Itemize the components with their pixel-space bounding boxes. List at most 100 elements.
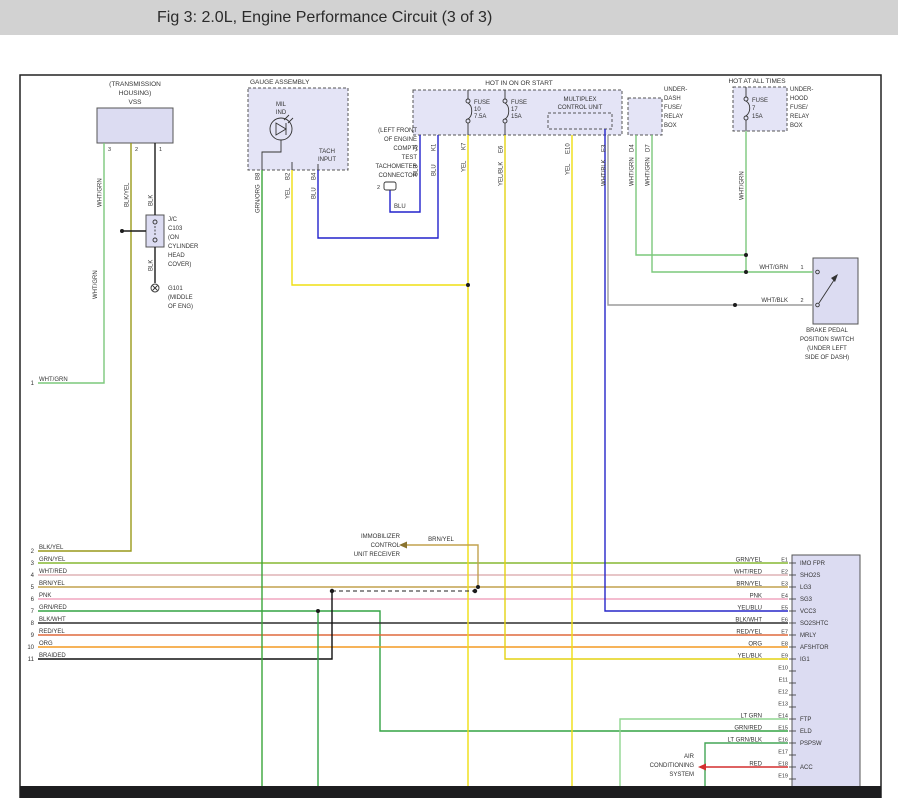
wire-label-wht-grn: WHT/GRN <box>646 157 652 186</box>
fusebox-pin-code: E3 <box>602 144 608 152</box>
left-row-label: GRN/RED <box>39 605 67 611</box>
g101-label: (MIDDLE <box>168 295 193 301</box>
immobilizer-label: IMMOBILIZER <box>361 534 401 540</box>
ecm-pin-code: E1 <box>781 558 788 564</box>
wire-label-wht-grn: WHT/GRN <box>740 171 746 200</box>
ecm-signal-name: PSPSW <box>800 741 822 747</box>
test-tach-label: OF ENGINE <box>384 137 417 143</box>
hot-at-all-times-box <box>733 87 787 131</box>
ecm-pin-code: E7 <box>781 630 788 636</box>
vss-pin-number: 1 <box>159 147 162 153</box>
wire-wht-grn-d7-brake <box>652 135 813 272</box>
multiplex-label: CONTROL UNIT <box>558 105 603 111</box>
ecm-wire-color-label: LT GRN/BLK <box>728 738 762 744</box>
under-hood-label: BOX <box>790 123 803 129</box>
fusebox-pin-code: D4 <box>630 144 636 152</box>
rotated-wire-labels: WHT/GRN BLK/YEL BLK BLK WHT/GRN B8 GRN/O… <box>93 142 746 299</box>
ecm-wire-color-label: PNK <box>750 594 762 600</box>
mil-ind-label: IND <box>276 110 287 116</box>
ecm-wire-color-label: GRN/YEL <box>736 558 763 564</box>
immobilizer-label: UNIT RECEIVER <box>354 552 401 558</box>
ecm-wire-color-label: ORG <box>748 642 762 648</box>
wire-lt-grn-ftp <box>620 719 788 786</box>
fusebox-pin-code: K1 <box>432 143 438 151</box>
brake-pedal-switch-box <box>813 258 858 324</box>
ecm-pin-code: E14 <box>778 714 788 720</box>
ecm-pin-code: E18 <box>778 762 788 768</box>
shield-dot <box>330 589 334 593</box>
junction-dot <box>744 253 748 257</box>
left-row-number: 2 <box>31 549 35 555</box>
wire-label-wht-grn: WHT/GRN <box>98 178 104 207</box>
ecm-signal-name: IMO FPR <box>800 561 826 567</box>
jc-label: C103 <box>168 226 183 232</box>
left-row-label: GRN/YEL <box>39 557 66 563</box>
jc-label: (ON <box>168 235 179 241</box>
ecm-pin-code: E11 <box>779 678 788 684</box>
brake-switch-label: (UNDER LEFT <box>807 346 847 352</box>
ecm-signal-name: MRLY <box>800 633 816 639</box>
left-row-label: PNK <box>39 593 51 599</box>
under-dash-label: UNDER- <box>664 87 687 93</box>
tach-input-label: TACH <box>319 149 335 155</box>
ecm-signal-name: LG3 <box>800 585 812 591</box>
left-row-number: 9 <box>31 633 35 639</box>
ecm-signal-name: AFSHTOR <box>800 645 829 651</box>
ac-system-label: CONDITIONING <box>650 763 695 769</box>
junction-dot <box>744 270 748 274</box>
wire-label-yel: YEL <box>462 160 468 172</box>
ecm-pin-code: E4 <box>781 594 788 600</box>
wiring-diagram: (TRANSMISSION HOUSING) VSS 3 2 1 GAUGE A… <box>0 35 898 798</box>
ecm-signal-name: SG3 <box>800 597 813 603</box>
brake-pin-number: 2 <box>800 298 803 304</box>
shield-dot <box>473 589 477 593</box>
ecm-pin-code: E9 <box>781 654 788 660</box>
brake-switch-label: POSITION SWITCH <box>800 337 854 343</box>
test-tach-label: TEST <box>402 155 418 161</box>
ecm-wire-color-label: BRN/YEL <box>736 582 762 588</box>
left-row-number: 8 <box>31 621 35 627</box>
ecm-pin-code: E10 <box>778 666 788 672</box>
ecm-signal-name: SO2SHTC <box>800 621 829 627</box>
wire-label-wht-blk: WHT/BLK <box>761 298 788 304</box>
left-row-number: 6 <box>31 597 35 603</box>
left-row-label: BRN/YEL <box>39 581 65 587</box>
jc-label: CYLINDER <box>168 244 199 250</box>
left-row-number: 7 <box>31 609 35 615</box>
jc-label: COVER) <box>168 262 191 268</box>
under-dash-label: RELAY <box>664 114 683 120</box>
wire-label-wht-grn: WHT/GRN <box>93 270 99 299</box>
page-title: Fig 3: 2.0L, Engine Performance Circuit … <box>0 0 898 35</box>
left-row-label: BLK/WHT <box>39 617 66 623</box>
gauge-assembly-label: GAUGE ASSEMBLY <box>250 79 310 86</box>
ecm-signal-name: ACC <box>800 765 813 771</box>
left-row-label: RED/YEL <box>39 629 65 635</box>
vss-label: HOUSING) <box>119 90 152 97</box>
header-bar: Fig 3: 2.0L, Engine Performance Circuit … <box>0 0 898 35</box>
hot-at-all-times-label: HOT AT ALL TIMES <box>728 78 786 85</box>
ecm-wire-color-label: BLK/WHT <box>735 618 762 624</box>
fusebox-pin-code: K7 <box>462 142 468 150</box>
fusebox-pin-code: E6 <box>499 145 505 153</box>
ecm-signal-name: VCC3 <box>800 609 817 615</box>
fuse7-label: FUSE <box>752 98 768 104</box>
ac-system-label: AIR <box>684 754 695 760</box>
under-hood-label: HOOD <box>790 96 809 102</box>
ecm-wire-color-label: LT GRN <box>741 714 762 720</box>
wire-label-wht-grn: WHT/GRN <box>630 157 636 186</box>
ecm-wire-color-label: YEL/BLU <box>737 606 762 612</box>
under-dash-connector-box <box>628 98 662 135</box>
wire-label-yel-blk: YEL/BLK <box>499 162 505 186</box>
ecm-signal-name: ELD <box>800 729 812 735</box>
ecm-signal-name: IG1 <box>800 657 810 663</box>
fuse17-label: FUSE <box>511 100 527 106</box>
vss-box <box>97 108 173 143</box>
left-row-label: WHT/GRN <box>39 377 68 383</box>
left-row-label: WHT/RED <box>39 569 68 575</box>
wire-label-blu: BLU <box>394 204 406 210</box>
ecm-pin-code: E3 <box>781 582 788 588</box>
ecm-signal-name: FTP <box>800 717 811 723</box>
ecm-wire-color-label: RED/YEL <box>736 630 762 636</box>
wire-label-blk-yel: BLK/YEL <box>125 182 131 207</box>
wire-lt-grn-blk-pspsw <box>705 743 788 786</box>
